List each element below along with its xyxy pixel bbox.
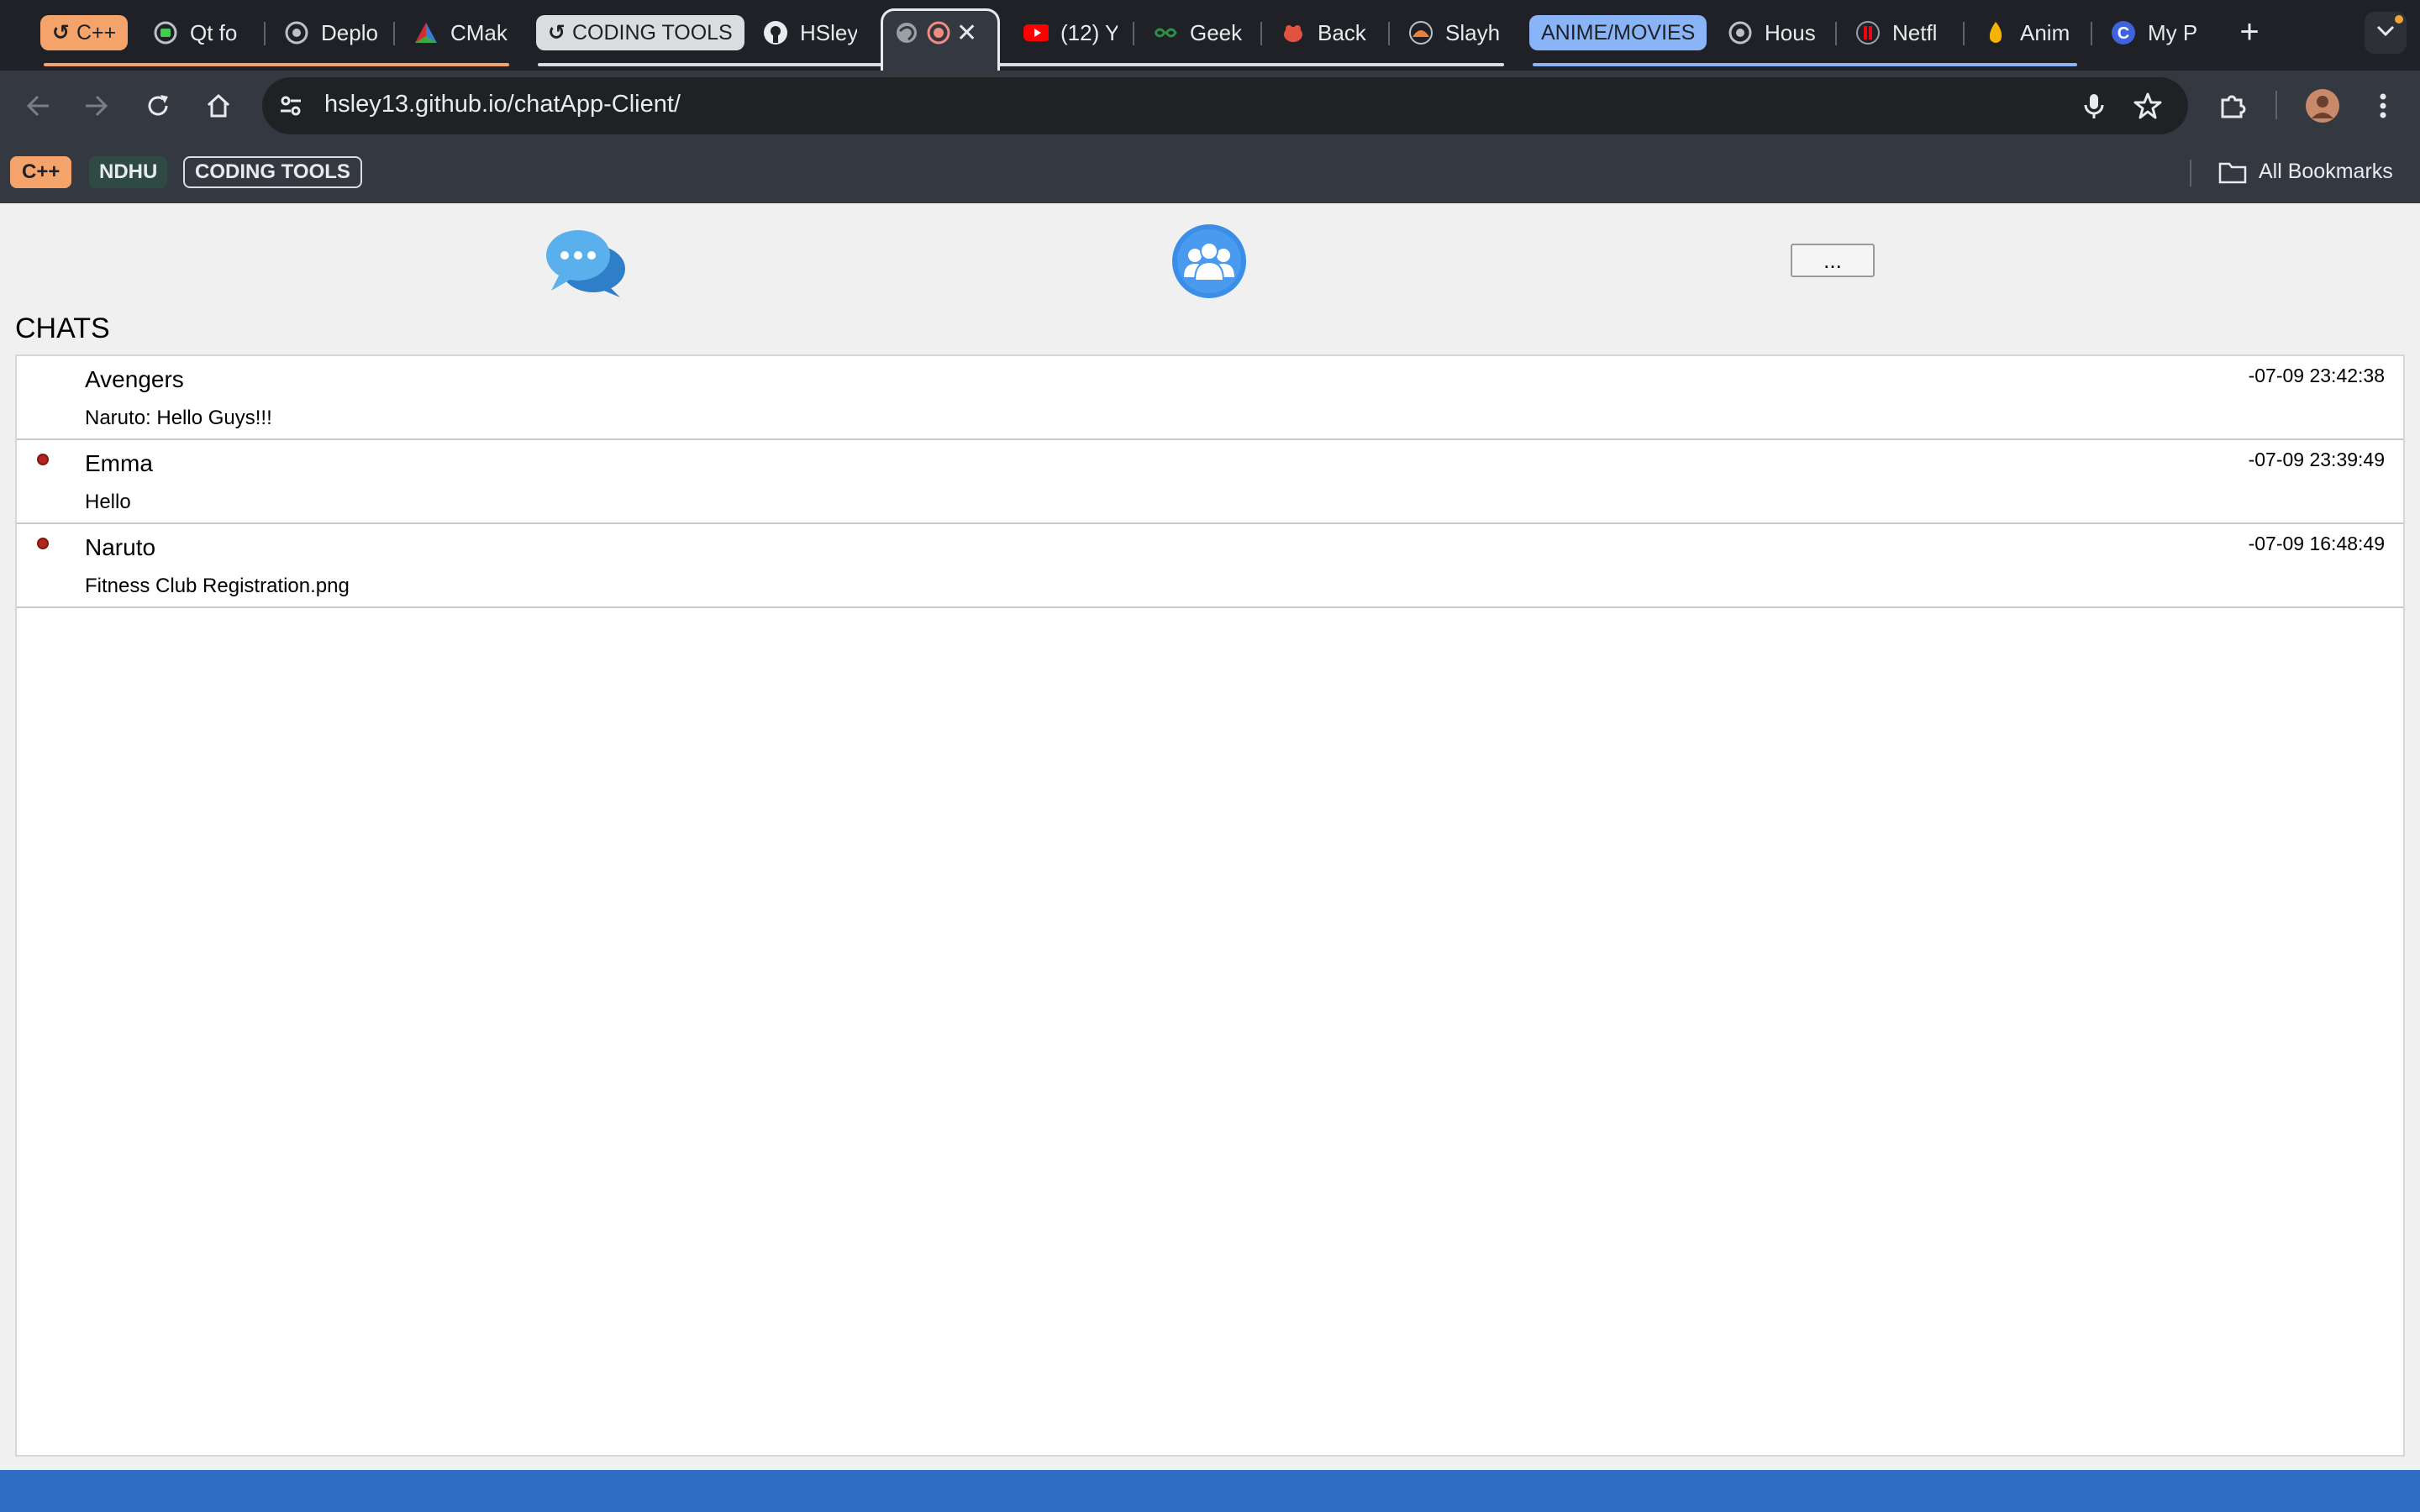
svg-text:C: C xyxy=(2118,24,2129,43)
chevron-down-icon xyxy=(2375,24,2396,42)
tab-geeks[interactable]: Geek xyxy=(1153,12,1244,54)
tab-deplo[interactable]: Deplo xyxy=(284,12,378,54)
chat-name: Emma xyxy=(85,450,153,476)
close-tab-icon[interactable]: ✕ xyxy=(956,18,977,48)
browser-menu-button[interactable] xyxy=(2361,84,2405,128)
star-icon xyxy=(2133,92,2162,119)
tab-group-coding-underline xyxy=(538,63,1504,66)
tune-icon xyxy=(281,96,301,116)
tab-netflix[interactable]: Netfl xyxy=(1855,12,1946,54)
tab-house[interactable]: Hous xyxy=(1728,12,1818,54)
kebab-menu-icon xyxy=(2380,93,2386,118)
arrow-left-icon xyxy=(26,95,49,117)
chat-timestamp: -07-09 23:39:49 xyxy=(2248,449,2385,470)
tab-slay[interactable]: Slayh xyxy=(1408,12,1499,54)
chat-preview: Hello xyxy=(85,491,131,513)
bookmarks-separator xyxy=(2190,160,2191,186)
toolbar-separator xyxy=(2275,91,2277,119)
geeks-icon xyxy=(1153,20,1178,45)
chat-row-emma[interactable]: Emma Hello -07-09 23:39:49 xyxy=(17,440,2403,524)
section-title: CHATS xyxy=(15,312,110,344)
forward-button[interactable] xyxy=(74,84,118,128)
recording-icon xyxy=(926,20,951,45)
voice-search-button[interactable] xyxy=(2072,84,2116,128)
new-tab-button[interactable]: + xyxy=(2233,15,2265,49)
tab-separator xyxy=(1388,22,1390,45)
tab-anime[interactable]: Anim xyxy=(1983,12,2074,54)
active-tab-content: ✕ xyxy=(894,12,995,54)
tab-search-button[interactable] xyxy=(2365,12,2407,54)
bookmark-group-ndhu[interactable]: NDHU xyxy=(89,156,168,188)
globe-icon xyxy=(1728,20,1753,45)
tab-group-cpp[interactable]: ↺ C++ xyxy=(40,15,129,50)
flame-icon xyxy=(1983,20,2008,45)
all-bookmarks-button[interactable]: All Bookmarks xyxy=(2218,160,2393,184)
bookmark-group-coding-tools[interactable]: CODING TOOLS xyxy=(183,156,362,188)
tab-separator xyxy=(1260,22,1262,45)
chat-bubbles-icon[interactable] xyxy=(544,225,629,299)
tab-github[interactable]: HSley xyxy=(763,12,857,54)
avatar-icon xyxy=(2306,89,2339,123)
chat-timestamp: -07-09 16:48:49 xyxy=(2248,533,2385,554)
unread-dot-icon xyxy=(37,454,49,465)
tab-myp[interactable]: C My P xyxy=(2111,12,2200,54)
bookmark-star-button[interactable] xyxy=(2126,84,2170,128)
tab-group-anime-movies[interactable]: ANIME/MOVIES xyxy=(1529,15,1707,50)
unread-dot-icon xyxy=(37,538,49,549)
tab-group-glyph-icon: ↺ xyxy=(52,21,70,45)
home-icon xyxy=(207,93,230,118)
slay-icon xyxy=(1408,20,1434,45)
youtube-icon xyxy=(1023,20,1049,45)
puzzle-icon xyxy=(2221,95,2246,118)
home-button[interactable] xyxy=(197,84,240,128)
back-button[interactable] xyxy=(17,84,60,128)
tab-separator xyxy=(393,22,395,45)
chat-row-avengers[interactable]: Avengers Naruto: Hello Guys!!! -07-09 23… xyxy=(17,356,2403,440)
notification-dot xyxy=(2395,15,2403,24)
netflix-icon xyxy=(1855,20,1881,45)
tab-separator xyxy=(2091,22,2092,45)
qt-icon xyxy=(153,20,178,45)
chat-name: Avengers xyxy=(85,366,184,392)
reload-icon xyxy=(148,95,168,116)
extensions-button[interactable] xyxy=(2210,84,2254,128)
chat-timestamp: -07-09 23:42:38 xyxy=(2248,365,2385,386)
globe-icon xyxy=(284,20,309,45)
tab-separator xyxy=(1133,22,1134,45)
more-options-button[interactable]: ... xyxy=(1791,244,1875,277)
tab-group-cpp-underline xyxy=(44,63,509,66)
reload-button[interactable] xyxy=(136,84,180,128)
folder-icon xyxy=(2218,160,2247,184)
site-info-button[interactable] xyxy=(269,84,313,128)
globe-icon xyxy=(894,20,919,45)
bookmarks-bar xyxy=(0,139,2420,203)
tab-group-anime-underline xyxy=(1533,63,2077,66)
arrow-right-icon xyxy=(86,95,108,117)
chat-preview: Fitness Club Registration.png xyxy=(85,575,350,597)
bottom-bar xyxy=(0,1470,2420,1512)
chat-list: Avengers Naruto: Hello Guys!!! -07-09 23… xyxy=(15,354,2405,1457)
bug-icon xyxy=(1281,20,1306,45)
tab-youtube[interactable]: (12) Y xyxy=(1023,12,1118,54)
chat-name: Naruto xyxy=(85,534,156,560)
chat-preview: Naruto: Hello Guys!!! xyxy=(85,407,272,429)
profile-button[interactable] xyxy=(2301,84,2344,128)
tab-qt[interactable]: Qt fo xyxy=(153,12,245,54)
tab-separator xyxy=(1963,22,1965,45)
tab-back[interactable]: Back xyxy=(1281,12,1371,54)
tab-separator xyxy=(1835,22,1837,45)
groups-icon[interactable] xyxy=(1171,223,1247,299)
microphone-icon xyxy=(2084,94,2104,118)
bookmark-group-cpp[interactable]: C++ xyxy=(10,156,72,188)
tab-separator xyxy=(264,22,266,45)
c-icon: C xyxy=(2111,20,2136,45)
github-icon xyxy=(763,20,788,45)
cmake-icon xyxy=(413,20,439,45)
tab-group-glyph-icon: ↺ xyxy=(548,21,566,45)
tab-group-coding-tools[interactable]: ↺ CODING TOOLS xyxy=(536,15,744,50)
url-text[interactable]: hsley13.github.io/chatApp-Client/ xyxy=(324,91,681,118)
chat-row-naruto[interactable]: Naruto Fitness Club Registration.png -07… xyxy=(17,524,2403,608)
tab-cmake[interactable]: CMak xyxy=(413,12,508,54)
